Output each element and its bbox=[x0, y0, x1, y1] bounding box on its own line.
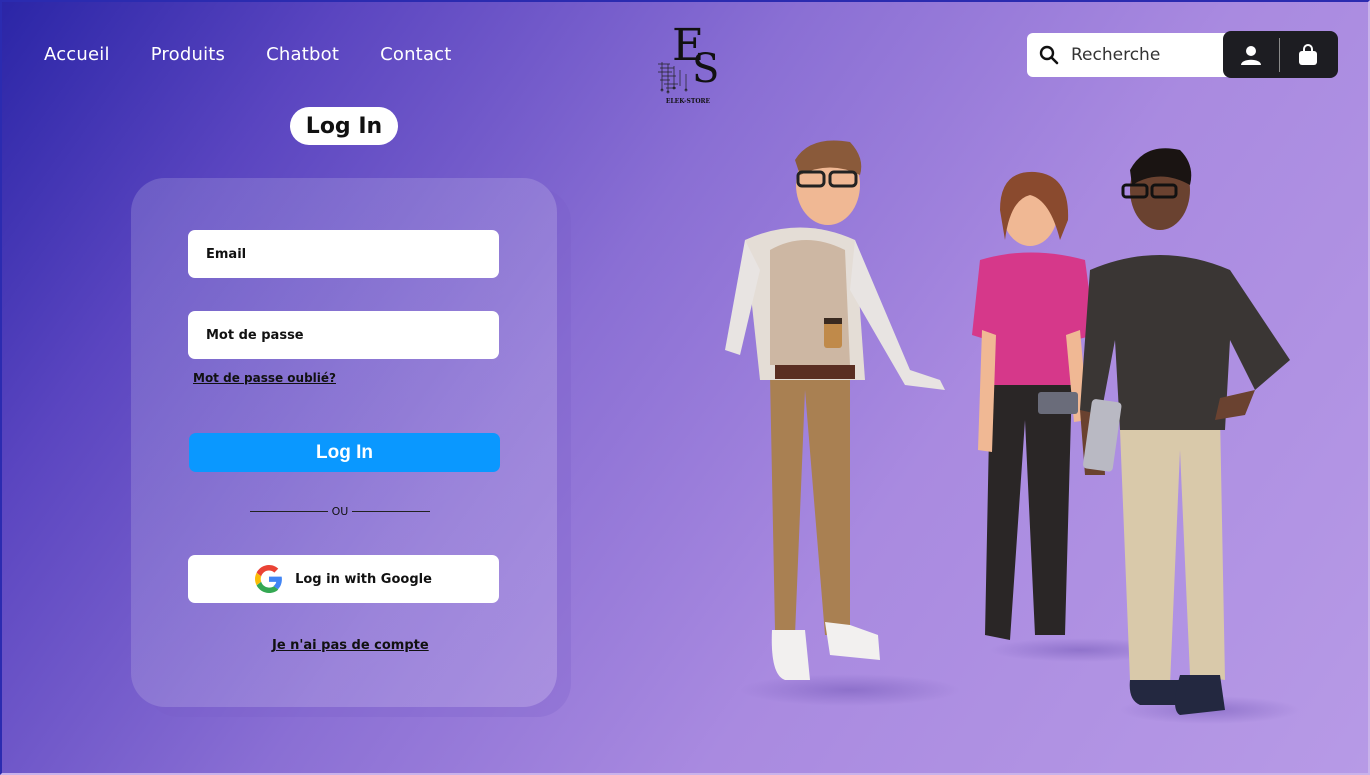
account-actions bbox=[1223, 31, 1338, 78]
svg-text:S: S bbox=[692, 46, 719, 92]
google-login-button[interactable]: Log in with Google bbox=[188, 555, 499, 603]
search-icon[interactable] bbox=[1039, 45, 1059, 65]
shadow-left bbox=[740, 674, 960, 706]
nav-item-accueil[interactable]: Accueil bbox=[44, 44, 110, 65]
divider-line-right bbox=[352, 511, 430, 512]
cart-button[interactable] bbox=[1280, 31, 1336, 78]
nav-item-chatbot[interactable]: Chatbot bbox=[266, 44, 339, 65]
search-bar bbox=[1027, 33, 1227, 77]
logo-caption: ELEK-STORE bbox=[665, 98, 711, 105]
login-button[interactable]: Log In bbox=[189, 433, 500, 472]
person-right bbox=[1080, 148, 1290, 715]
or-divider: OU bbox=[250, 505, 430, 518]
nav-item-contact[interactable]: Contact bbox=[380, 44, 451, 65]
person-middle bbox=[972, 171, 1095, 640]
forgot-password-link[interactable]: Mot de passe oublié? bbox=[193, 371, 336, 385]
email-field[interactable] bbox=[188, 246, 499, 262]
or-label: OU bbox=[331, 505, 349, 518]
login-title: Log In bbox=[290, 107, 398, 145]
email-field-wrapper bbox=[188, 230, 499, 278]
user-icon bbox=[1241, 45, 1261, 65]
user-account-button[interactable] bbox=[1223, 31, 1279, 78]
no-account-link[interactable]: Je n'ai pas de compte bbox=[272, 638, 429, 653]
logo-monogram: E S bbox=[658, 20, 719, 94]
people-illustration bbox=[725, 140, 1300, 724]
nav-item-produits[interactable]: Produits bbox=[151, 44, 225, 65]
search-input[interactable] bbox=[1071, 45, 1211, 65]
google-icon bbox=[255, 565, 282, 593]
elek-store-logo[interactable]: E S ELEK-STORE bbox=[652, 18, 724, 108]
person-left bbox=[725, 140, 945, 680]
google-login-label: Log in with Google bbox=[295, 571, 432, 587]
divider-line-left bbox=[250, 511, 328, 512]
password-field-wrapper bbox=[188, 311, 499, 359]
shopping-bag-icon bbox=[1299, 43, 1317, 65]
password-field[interactable] bbox=[188, 327, 499, 343]
main-nav: Accueil Produits Chatbot Contact bbox=[44, 44, 452, 65]
